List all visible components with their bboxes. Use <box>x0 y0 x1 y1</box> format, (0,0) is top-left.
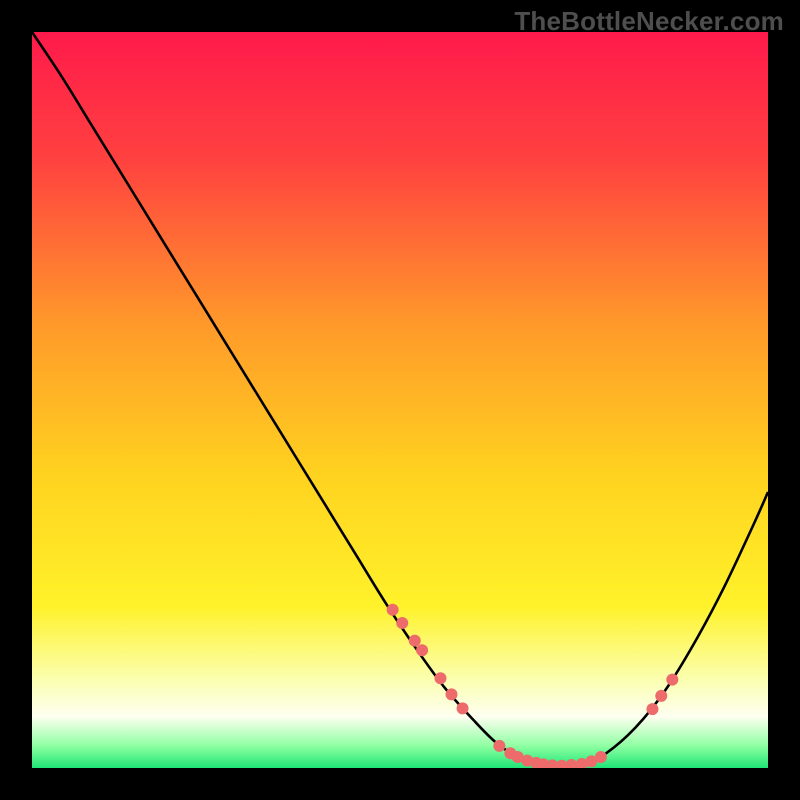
highlighted-point <box>416 644 428 656</box>
chart-background <box>32 32 768 768</box>
highlighted-point <box>457 702 469 714</box>
highlighted-point <box>446 688 458 700</box>
highlighted-point <box>387 604 399 616</box>
highlighted-point <box>666 674 678 686</box>
highlighted-point <box>396 617 408 629</box>
highlighted-point <box>655 690 667 702</box>
highlighted-point <box>434 672 446 684</box>
chart-svg <box>32 32 768 768</box>
highlighted-point <box>493 740 505 752</box>
outer-frame: TheBottleNecker.com <box>0 0 800 800</box>
highlighted-point <box>595 751 607 763</box>
highlighted-point <box>409 635 421 647</box>
highlighted-point <box>646 703 658 715</box>
